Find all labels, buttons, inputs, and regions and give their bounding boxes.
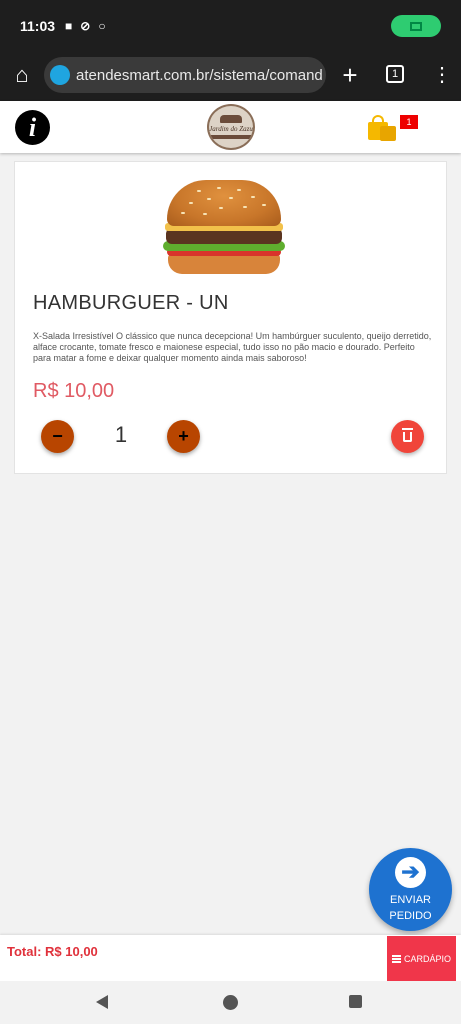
site-icon [50,65,70,85]
more-icon[interactable]: ⋮ [432,61,452,89]
product-title: HAMBURGUER - UN [33,292,229,314]
browser-chrome: 11:03 ■ ⊘ ○ ⌂ atendesmart.com.br/sistema… [0,0,461,101]
chef-hat-icon [220,115,242,123]
list-icon [391,954,401,963]
camera-indicator[interactable] [391,15,441,37]
app-header: i Jardim do Zazu 1 [0,101,461,153]
menu-button-label: CARDÁPIO [403,953,451,964]
logo-text: Jardim do Zazu [209,125,253,133]
order-total-bar: Total: R$ 10,00 CARDÁPIO [0,935,461,981]
remove-item-button[interactable] [391,420,424,453]
system-nav-bar [0,981,461,1024]
restaurant-logo[interactable]: Jardim do Zazu [207,104,255,150]
product-price: R$ 10,00 [33,380,115,402]
home-icon[interactable]: ⌂ [0,55,44,95]
url-text: atendesmart.com.br/sistema/comand [76,66,323,84]
menu-button[interactable]: CARDÁPIO [387,936,456,981]
do-not-disturb-icon: ⊘ [80,19,91,33]
order-total: Total: R$ 10,00 [7,944,98,959]
back-icon[interactable] [96,995,108,1009]
video-icon: ■ [65,19,73,33]
send-order-label: ENVIAR PEDIDO [389,894,432,922]
trash-icon [402,427,413,442]
shopping-bags-icon[interactable] [368,113,398,143]
circle-icon: ○ [98,19,106,33]
camera-icon [410,21,422,31]
quantity-value: 1 [114,422,128,447]
status-time: 11:03 [20,18,56,34]
browser-toolbar: ⌂ atendesmart.com.br/sistema/comand + 1 … [0,55,461,95]
new-tab-icon[interactable]: + [336,59,364,91]
product-description: X-Salada Irresistível O clássico que nun… [33,331,432,363]
cart-count-badge: 1 [400,115,418,129]
url-bar[interactable]: atendesmart.com.br/sistema/comand [44,57,326,93]
tabs-icon[interactable]: 1 [386,65,404,83]
hamburger-image [163,178,285,278]
product-card: HAMBURGUER - UN X-Salada Irresistível O … [14,161,447,474]
arrow-right-icon: ➔ [395,857,426,888]
logo-band [211,135,251,139]
recent-apps-icon[interactable] [349,995,362,1008]
home-nav-icon[interactable] [223,995,238,1010]
info-icon[interactable]: i [15,110,50,145]
increase-quantity-button[interactable]: + [167,420,200,453]
decrease-quantity-button[interactable]: − [41,420,74,453]
send-order-button[interactable]: ➔ ENVIAR PEDIDO [369,848,452,931]
